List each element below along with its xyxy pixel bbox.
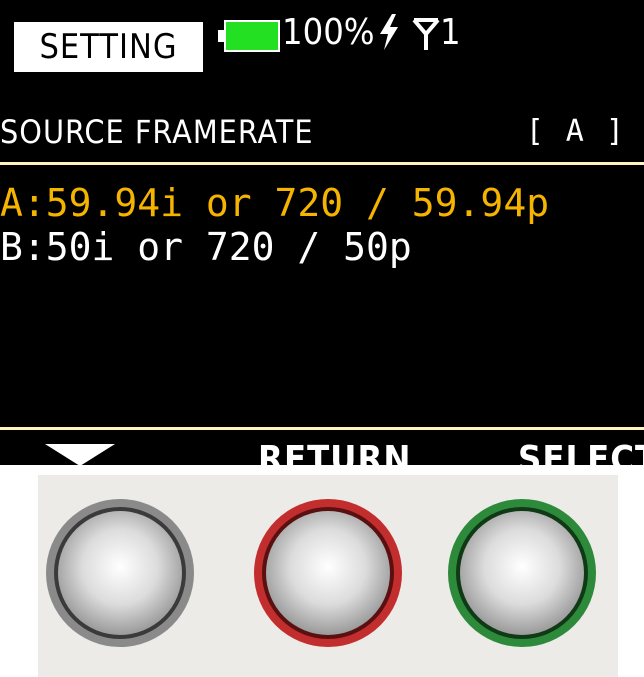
device-screen: SETTING 100% 1 SOURCE FRAMERATE [ A ] A:… [0,0,644,465]
hardware-button-panel [38,475,618,677]
center-hardware-button[interactable] [252,497,404,649]
battery-icon [218,20,280,52]
left-hardware-button[interactable] [44,497,196,649]
lightning-bolt-icon [380,14,398,50]
menu-title: SOURCE FRAMERATE [0,113,314,151]
down-arrow-icon[interactable] [45,440,115,465]
battery-percent: 100% [282,12,375,53]
select-softkey[interactable]: SELECT [518,438,644,465]
softkey-divider [0,427,644,430]
option-b[interactable]: B:50i or 720 / 50p [0,224,412,270]
antenna-icon [412,18,440,50]
option-a[interactable]: A:59.94i or 720 / 59.94p [0,180,549,226]
battery-frame [218,20,280,52]
antenna-label: 1 [440,12,461,53]
mode-tab: SETTING [14,22,203,72]
right-hardware-button[interactable] [446,497,598,649]
current-value: [ A ] [525,114,626,149]
title-divider [0,162,644,165]
return-softkey[interactable]: RETURN [258,438,412,465]
